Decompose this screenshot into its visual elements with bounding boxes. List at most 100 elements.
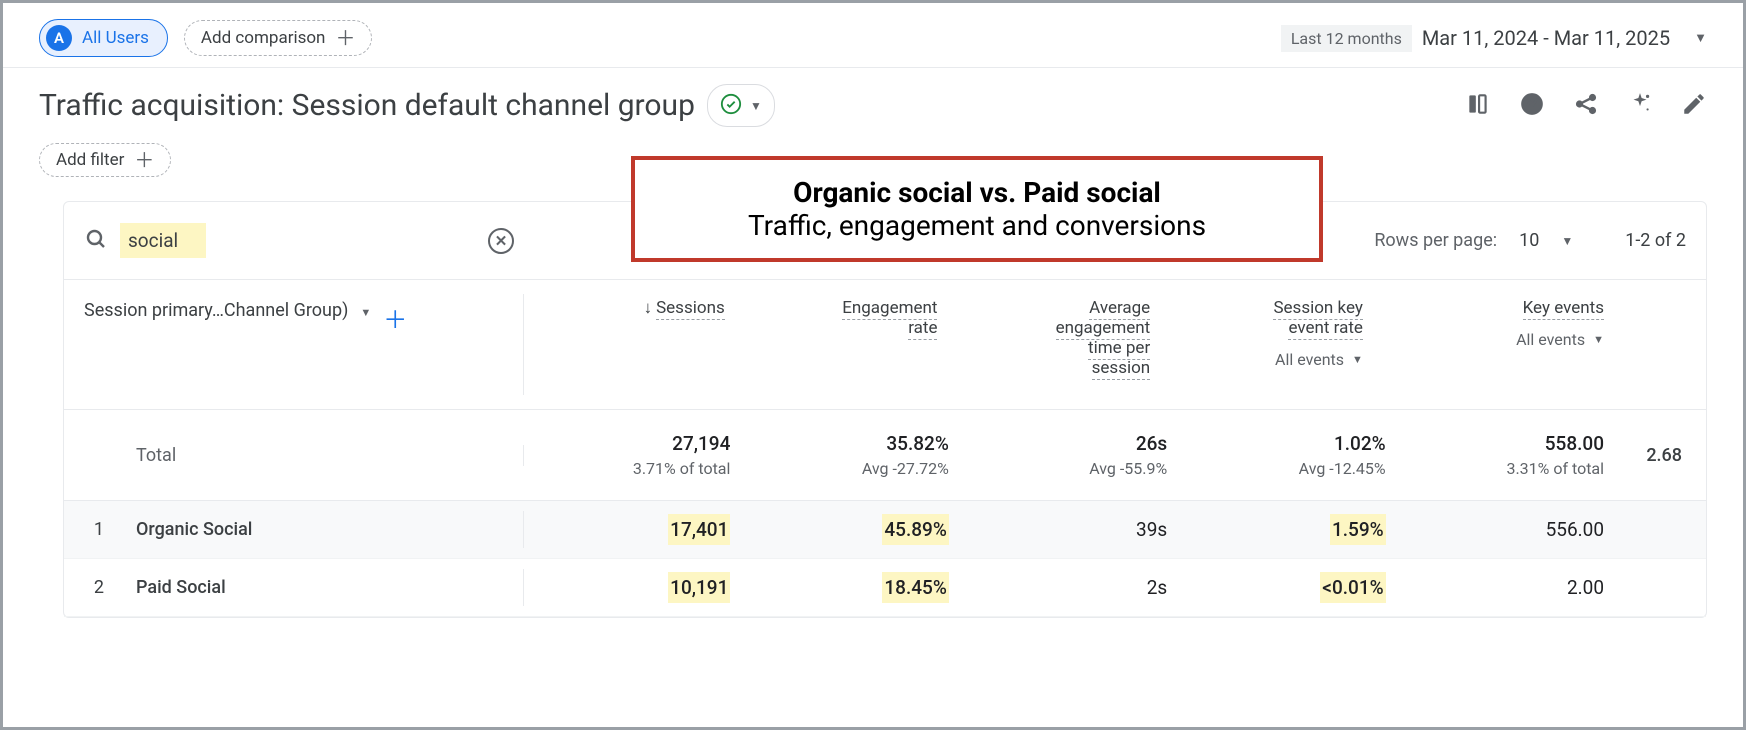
sub: 3.31% of total [1410, 459, 1604, 478]
row-number: 2 [84, 577, 104, 598]
chevron-down-icon: ▼ [1352, 353, 1363, 366]
page-title: Traffic acquisition: Session default cha… [39, 84, 775, 127]
all-events-label: All events [1516, 330, 1585, 349]
val: 556.00 [1546, 518, 1604, 541]
totals-dim-cell: Total [84, 445, 524, 466]
compare-icon[interactable] [1465, 91, 1491, 121]
top-bar: A All Users Add comparison ＋ Last 12 mon… [3, 3, 1743, 67]
totals-trailing: 2.68 [1616, 445, 1686, 466]
sub: 3.71% of total [536, 459, 730, 478]
search-input[interactable]: social [120, 223, 206, 258]
val: <0.01% [1320, 572, 1385, 603]
row-label: Organic Social [136, 519, 252, 540]
totals-ske-rate: 1.02% Avg -12.45% [1179, 432, 1397, 478]
cell-key-events: 556.00 [1398, 518, 1616, 541]
search-area: social ✕ [84, 223, 534, 258]
date-preset-label: Last 12 months [1281, 25, 1412, 52]
column-header-key-events[interactable]: Key events All events ▼ [1375, 294, 1616, 395]
add-comparison-button[interactable]: Add comparison ＋ [184, 20, 373, 56]
val: 26s [973, 432, 1167, 455]
ke-all-events-dropdown[interactable]: All events ▼ [1387, 330, 1604, 349]
annotation-title: Organic social vs. Paid social [663, 176, 1291, 209]
table-row[interactable]: 2 Paid Social 10,191 18.45% 2s <0.01% 2.… [64, 559, 1706, 617]
rows-per-page-label: Rows per page: [1374, 230, 1497, 251]
all-users-label: All Users [82, 28, 149, 48]
add-dimension-button[interactable]: ＋ [383, 300, 407, 335]
cell-sessions: 10,191 [524, 572, 742, 603]
sub: Avg -27.72% [754, 459, 948, 478]
key-events-label: Key events [1523, 298, 1604, 320]
cell-avg-time: 39s [961, 518, 1179, 541]
dimension-column-header[interactable]: Session primary…Channel Group) ▼ ＋ [84, 294, 524, 395]
chevron-down-icon[interactable]: ▼ [1561, 234, 1573, 248]
top-left-controls: A All Users Add comparison ＋ [39, 19, 372, 57]
add-comparison-label: Add comparison [201, 28, 326, 48]
avg-time-l3: time per [1088, 338, 1150, 360]
annotation-overlay: Organic social vs. Paid social Traffic, … [631, 156, 1323, 262]
column-header-trailing [1616, 294, 1686, 395]
ske-l1: Session key [1273, 298, 1363, 320]
cell-eng-rate: 18.45% [742, 572, 960, 603]
val: 39s [1136, 518, 1167, 541]
chevron-down-icon: ▼ [1694, 30, 1707, 46]
audience-badge: A [46, 25, 72, 51]
rows-per-page-select[interactable]: 10 [1519, 230, 1539, 251]
table-header-row: Session primary…Channel Group) ▼ ＋ ↓Sess… [64, 280, 1706, 410]
val: 10,191 [668, 572, 730, 603]
title-row: Traffic acquisition: Session default cha… [3, 68, 1743, 133]
avg-time-l2: engagement [1056, 318, 1151, 340]
ske-all-events-dropdown[interactable]: All events ▼ [1174, 350, 1363, 369]
report-status-chip[interactable]: ▼ [707, 84, 775, 127]
eng-rate-l2: rate [908, 318, 937, 340]
eng-rate-l1: Engagement [842, 298, 937, 320]
share-icon[interactable] [1573, 91, 1599, 121]
date-range-picker[interactable]: Last 12 months Mar 11, 2024 - Mar 11, 20… [1281, 25, 1707, 52]
val: 35.82% [754, 432, 948, 455]
totals-key-events: 558.00 3.31% of total [1398, 432, 1616, 478]
dimension-label: Session primary…Channel Group) [84, 300, 348, 321]
row-dim-cell: 1 Organic Social [84, 511, 524, 548]
totals-eng-rate: 35.82% Avg -27.72% [742, 432, 960, 478]
column-header-session-key-event-rate[interactable]: Session keyevent rate All events ▼ [1162, 294, 1375, 395]
table-row[interactable]: 1 Organic Social 17,401 45.89% 39s 1.59%… [64, 501, 1706, 559]
column-header-sessions[interactable]: ↓Sessions [524, 294, 737, 395]
chevron-down-icon: ▼ [750, 99, 762, 113]
sparkle-icon[interactable] [1627, 91, 1653, 121]
column-header-engagement-rate[interactable]: Engagementrate [737, 294, 950, 395]
val: 558.00 [1410, 432, 1604, 455]
val: 17,401 [668, 514, 730, 545]
chevron-down-icon: ▼ [1593, 333, 1604, 346]
cell-ske-rate: <0.01% [1179, 572, 1397, 603]
totals-sessions: 27,194 3.71% of total [524, 432, 742, 478]
all-events-label: All events [1275, 350, 1344, 369]
edit-icon[interactable] [1681, 91, 1707, 121]
val: 27,194 [536, 432, 730, 455]
column-header-avg-engagement-time[interactable]: Average engagement time per session [949, 294, 1162, 395]
val: 18.45% [882, 572, 948, 603]
val: 2.68 [1616, 445, 1682, 466]
all-users-chip[interactable]: A All Users [39, 19, 168, 57]
sort-down-icon: ↓ [644, 298, 653, 318]
insights-icon[interactable] [1519, 91, 1545, 121]
avg-time-l1: Average [1089, 298, 1150, 320]
search-icon[interactable] [84, 227, 108, 255]
row-number: 1 [84, 519, 104, 540]
clear-search-icon[interactable]: ✕ [488, 228, 514, 254]
add-filter-button[interactable]: Add filter ＋ [39, 143, 171, 177]
chevron-down-icon[interactable]: ▼ [360, 306, 371, 319]
val: 1.02% [1191, 432, 1385, 455]
sessions-label: Sessions [656, 298, 725, 320]
totals-avg-time: 26s Avg -55.9% [961, 432, 1179, 478]
plus-icon: ＋ [335, 28, 355, 48]
row-dim-cell: 2 Paid Social [84, 569, 524, 606]
date-range-label: Mar 11, 2024 - Mar 11, 2025 [1422, 26, 1670, 50]
cell-key-events: 2.00 [1398, 576, 1616, 599]
val: 2.00 [1567, 576, 1604, 599]
cell-eng-rate: 45.89% [742, 514, 960, 545]
page-title-text: Traffic acquisition: Session default cha… [39, 88, 695, 123]
ske-l2: event rate [1288, 318, 1362, 340]
cell-ske-rate: 1.59% [1179, 514, 1397, 545]
val: 45.89% [882, 514, 948, 545]
sub: Avg -12.45% [1191, 459, 1385, 478]
pagination-controls: Rows per page: 10 ▼ 1-2 of 2 [1374, 230, 1686, 251]
